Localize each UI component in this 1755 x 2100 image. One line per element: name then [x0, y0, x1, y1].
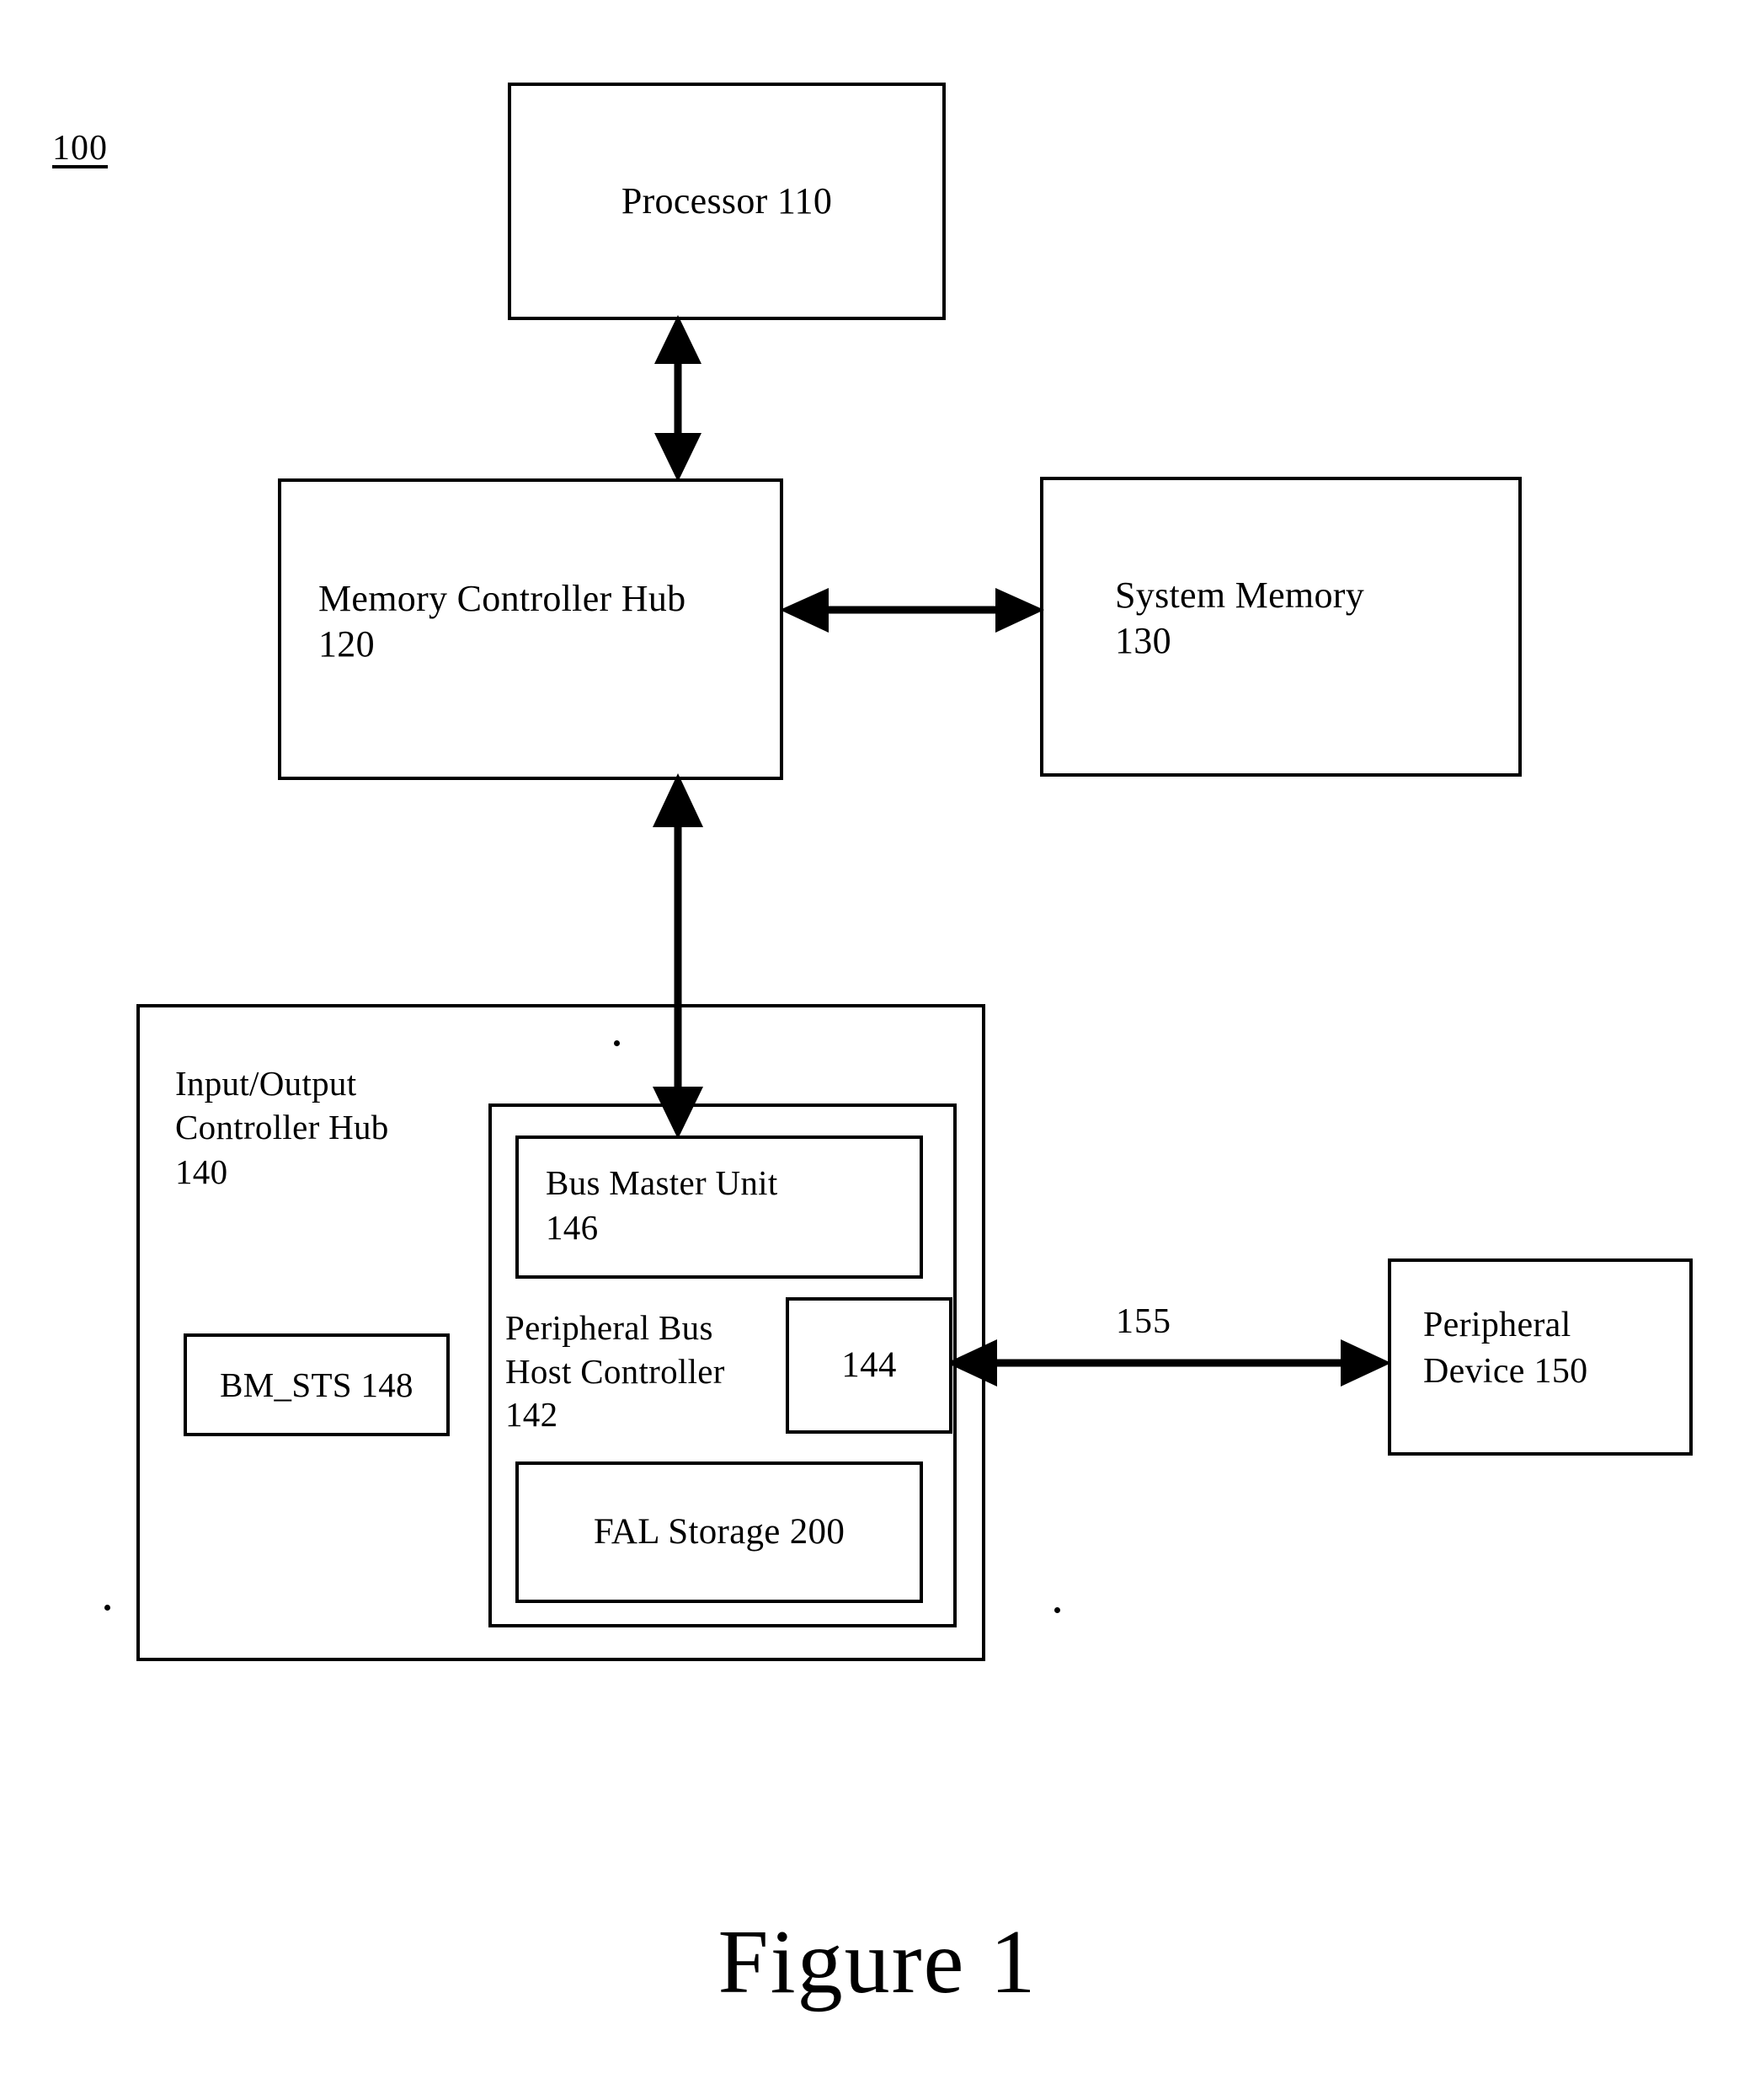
arrow-processor-to-mch — [654, 315, 701, 482]
scan-speck — [614, 1040, 620, 1046]
peripheral-bus-connector-label: 155 — [1116, 1302, 1171, 1341]
io-controller-hub-label: Input/Output Controller Hub 140 — [175, 1064, 389, 1191]
peripheral-bus-host-controller-label: Peripheral Bus Host Controller 142 — [505, 1308, 725, 1435]
figure-reference-numeral: 100 — [52, 129, 108, 168]
fal-storage-label: FAL Storage 200 — [593, 1511, 845, 1552]
peripheral-device-block: Peripheral Device 150 — [1388, 1258, 1693, 1456]
arrow-peripheral-bus-155 — [947, 1339, 1391, 1387]
processor-block: Processor 110 — [508, 83, 946, 320]
patent-figure-page: 100 Processor 110 Memory Controller Hub … — [0, 0, 1755, 2100]
peripheral-bus-interface-144-label: 144 — [841, 1344, 897, 1385]
bus-master-unit-label: Bus Master Unit 146 — [546, 1163, 778, 1248]
scan-speck — [104, 1605, 110, 1611]
system-memory-label: System Memory 130 — [1115, 574, 1365, 661]
bm-sts-register-block: BM_STS 148 — [184, 1333, 450, 1436]
system-memory-block: System Memory 130 — [1040, 477, 1522, 777]
arrow-mch-to-system-memory — [780, 588, 1044, 633]
fal-storage-block: FAL Storage 200 — [515, 1461, 923, 1603]
peripheral-device-label: Peripheral Device 150 — [1423, 1306, 1588, 1392]
bm-sts-register-label: BM_STS 148 — [220, 1365, 413, 1404]
peripheral-bus-interface-144-block: 144 — [786, 1297, 952, 1434]
figure-caption: Figure 1 — [717, 1912, 1038, 2012]
memory-controller-hub-block: Memory Controller Hub 120 — [278, 478, 783, 780]
processor-label: Processor 110 — [621, 180, 833, 222]
memory-controller-hub-label: Memory Controller Hub 120 — [318, 578, 686, 665]
scan-speck — [1054, 1607, 1060, 1613]
bus-master-unit-block: Bus Master Unit 146 — [515, 1135, 923, 1279]
